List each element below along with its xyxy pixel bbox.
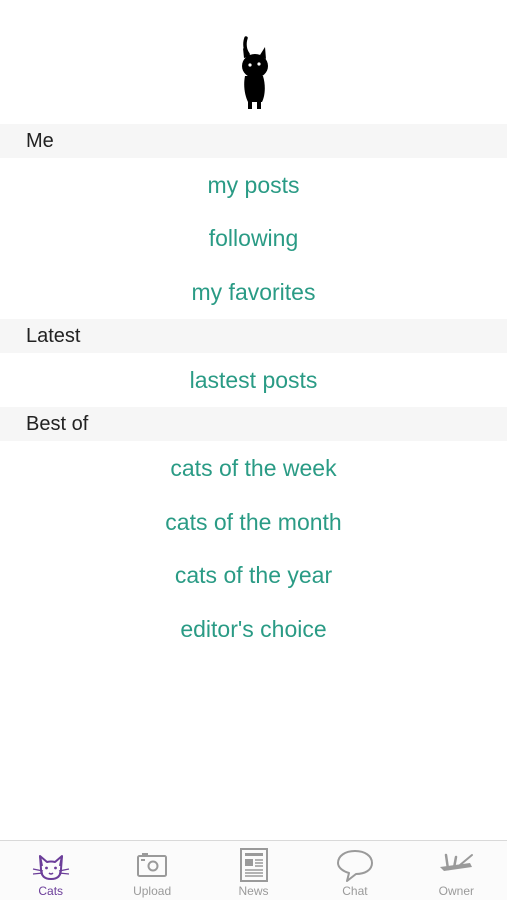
section-title: Best of — [26, 412, 89, 435]
cat-logo — [0, 34, 507, 110]
cat-icon — [32, 855, 69, 880]
section-title: Latest — [26, 324, 81, 347]
tab-cats[interactable]: Cats — [0, 841, 101, 900]
tab-label: News — [238, 884, 269, 898]
tab-label: Owner — [438, 884, 474, 898]
section-header-me: Me — [0, 124, 507, 158]
menu-item-my-favorites[interactable]: my favorites — [0, 272, 507, 312]
tab-label: Chat — [342, 884, 368, 898]
black-cat-icon — [241, 36, 268, 109]
menu-item-cats-of-the-month[interactable]: cats of the month — [0, 502, 507, 542]
speech-bubble-icon — [336, 850, 373, 882]
newspaper-icon — [239, 848, 268, 882]
tab-chat[interactable]: Chat — [304, 841, 405, 900]
tab-news[interactable]: News — [203, 841, 304, 900]
app-screen: Me my posts following my favorites Lates… — [0, 0, 507, 900]
menu-item-cats-of-the-week[interactable]: cats of the week — [0, 448, 507, 488]
section-title: Me — [26, 129, 54, 152]
menu-item-editors-choice[interactable]: editor's choice — [0, 609, 507, 649]
section-header-latest: Latest — [0, 319, 507, 353]
tab-label: Cats — [38, 884, 64, 898]
camera-icon — [137, 853, 168, 877]
menu-item-following[interactable]: following — [0, 218, 507, 258]
tab-owner[interactable]: Owner — [406, 841, 507, 900]
owner-icon — [440, 853, 474, 871]
section-header-best-of: Best of — [0, 407, 507, 441]
tab-bar: Cats Upload News Chat Owner — [0, 840, 507, 900]
tab-label: Upload — [133, 884, 172, 898]
menu-item-my-posts[interactable]: my posts — [0, 165, 507, 205]
menu-item-latest-posts[interactable]: lastest posts — [0, 360, 507, 400]
menu-item-cats-of-the-year[interactable]: cats of the year — [0, 555, 507, 595]
tab-upload[interactable]: Upload — [101, 841, 202, 900]
